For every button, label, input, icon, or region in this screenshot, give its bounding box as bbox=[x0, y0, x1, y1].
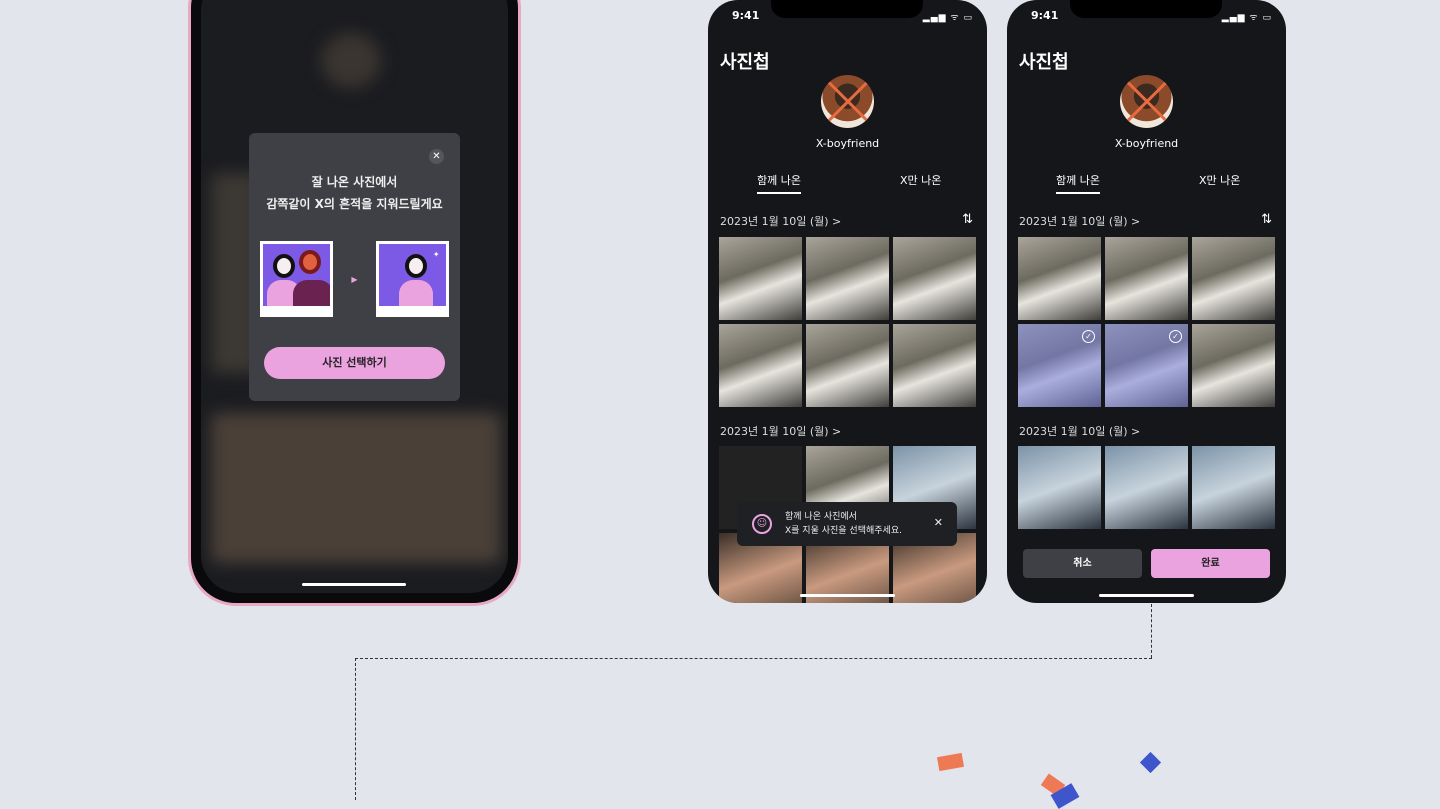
modal-title-line2: 감쪽같이 X의 흔적을 지워드릴게요 bbox=[266, 197, 443, 211]
toast-line2: X를 지울 사진을 선택해주세요. bbox=[785, 526, 902, 536]
tab-together[interactable]: 함께 나온 bbox=[1056, 172, 1100, 194]
connector-line bbox=[355, 658, 356, 800]
toast-line1: 함께 나온 사진에서 bbox=[785, 512, 857, 522]
toast: ☺ 함께 나온 사진에서 X를 지울 사진을 선택해주세요. ✕ bbox=[737, 502, 957, 546]
section-date[interactable]: 2023년 1월 10일 (월) > bbox=[720, 213, 841, 229]
photo[interactable] bbox=[1105, 446, 1188, 529]
check-icon: ✓ bbox=[1082, 330, 1095, 343]
home-indicator bbox=[302, 583, 406, 586]
photo[interactable] bbox=[719, 324, 802, 407]
sort-icon[interactable]: ⇅ bbox=[962, 212, 973, 227]
tab-together[interactable]: 함께 나온 bbox=[757, 172, 801, 194]
home-indicator bbox=[1099, 594, 1194, 597]
arrow-right-icon: ▶ bbox=[351, 274, 358, 284]
confetti bbox=[1139, 751, 1162, 774]
modal-title-line1: 잘 나온 사진에서 bbox=[311, 175, 398, 189]
status-time: 9:41 bbox=[732, 9, 760, 22]
photo[interactable] bbox=[1105, 237, 1188, 320]
avatar[interactable] bbox=[1120, 75, 1173, 128]
photo-grid: ✓ ✓ bbox=[1018, 237, 1275, 407]
album-select-screen: 9:41 ▂▄▆ ᯤ ▭ 사진첩 X-boyfriend 함께 나온 X만 나온… bbox=[1007, 0, 1286, 603]
page-title: 사진첩 bbox=[720, 52, 770, 73]
cancel-button[interactable]: 취소 bbox=[1023, 549, 1142, 578]
profile-name: X-boyfriend bbox=[1114, 137, 1179, 150]
photo[interactable] bbox=[1192, 237, 1275, 320]
photo[interactable] bbox=[893, 237, 976, 320]
erase-modal: ✕ 잘 나온 사진에서감쪽같이 X의 흔적을 지워드릴게요 ▶ ✦ 사진 선택하… bbox=[249, 133, 460, 401]
blurred-content bbox=[211, 413, 501, 563]
section-date[interactable]: 2023년 1월 10일 (월) > bbox=[1019, 213, 1140, 229]
blurred-content bbox=[321, 33, 381, 88]
home-indicator bbox=[800, 594, 895, 597]
status-icons: ▂▄▆ ᯤ ▭ bbox=[1221, 13, 1272, 23]
photo-grid bbox=[1018, 446, 1275, 536]
status-icons: ▂▄▆ ᯤ ▭ bbox=[922, 13, 973, 23]
close-icon[interactable]: ✕ bbox=[934, 516, 943, 530]
section-date[interactable]: 2023년 1월 10일 (월) > bbox=[1019, 423, 1140, 439]
before-polaroid bbox=[260, 241, 334, 317]
connector-line bbox=[355, 658, 1152, 659]
tab-x-only[interactable]: X만 나온 bbox=[1199, 172, 1240, 192]
profile-name: X-boyfriend bbox=[815, 137, 880, 150]
photo[interactable] bbox=[1192, 446, 1275, 529]
sort-icon[interactable]: ⇅ bbox=[1261, 212, 1272, 227]
smile-icon: ☺ bbox=[752, 514, 772, 534]
confetti bbox=[936, 752, 965, 772]
status-time: 9:41 bbox=[1031, 9, 1059, 22]
photo[interactable] bbox=[806, 324, 889, 407]
close-button[interactable]: ✕ bbox=[429, 149, 444, 164]
photo[interactable] bbox=[719, 237, 802, 320]
page-title: 사진첩 bbox=[1019, 52, 1069, 73]
before-after-illustration: ▶ ✦ bbox=[249, 241, 460, 317]
photo-selected[interactable]: ✓ bbox=[1018, 324, 1101, 407]
section-date[interactable]: 2023년 1월 10일 (월) > bbox=[720, 423, 841, 439]
notch bbox=[771, 0, 923, 18]
connector-line bbox=[1151, 604, 1152, 658]
check-icon: ✓ bbox=[1169, 330, 1182, 343]
after-polaroid: ✦ bbox=[375, 241, 449, 317]
photo[interactable] bbox=[893, 324, 976, 407]
photo[interactable] bbox=[1018, 237, 1101, 320]
sparkle-icon: ✦ bbox=[432, 250, 440, 259]
photo[interactable] bbox=[806, 237, 889, 320]
done-button[interactable]: 완료 bbox=[1151, 549, 1270, 578]
select-photo-button[interactable]: 사진 선택하기 bbox=[264, 347, 445, 379]
photo-grid bbox=[719, 237, 976, 407]
photo[interactable] bbox=[1192, 324, 1275, 407]
notch bbox=[1070, 0, 1222, 18]
tab-x-only[interactable]: X만 나온 bbox=[900, 172, 941, 192]
photo[interactable] bbox=[1018, 446, 1101, 529]
album-screen: 9:41 ▂▄▆ ᯤ ▭ 사진첩 X-boyfriend 함께 나온 X만 나온… bbox=[708, 0, 987, 603]
photo-selected[interactable]: ✓ bbox=[1105, 324, 1188, 407]
avatar[interactable] bbox=[821, 75, 874, 128]
